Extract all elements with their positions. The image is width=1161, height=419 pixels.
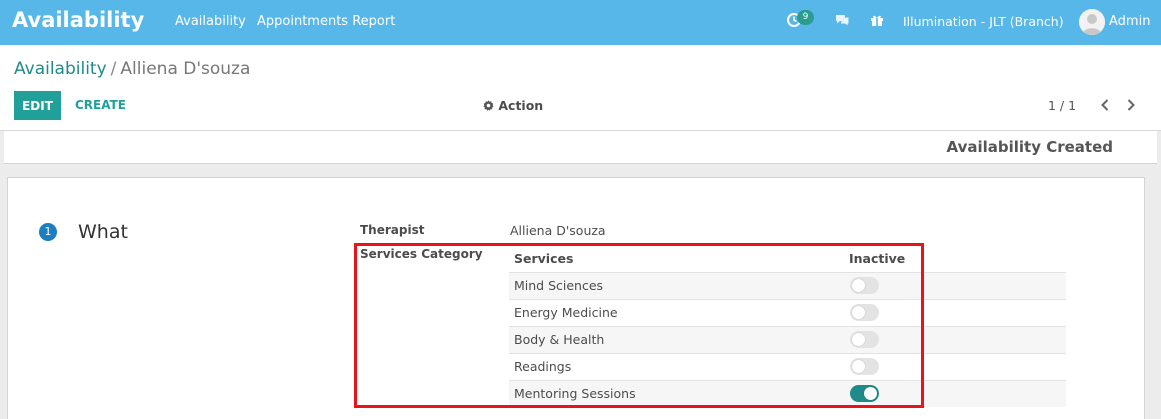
chat-bubble-icon[interactable] [834, 12, 850, 28]
toggle-knob [852, 306, 865, 319]
breadcrumb-current: Alliena D'souza [120, 59, 251, 79]
gear-icon [483, 98, 498, 113]
inactive-toggle[interactable] [850, 358, 879, 375]
table-row[interactable]: Energy Medicine [509, 299, 1066, 326]
avatar[interactable] [1079, 9, 1105, 35]
service-name: Mind Sciences [514, 278, 604, 293]
pager-value[interactable]: 1 / 1 [1048, 98, 1076, 113]
inactive-toggle[interactable] [850, 304, 879, 321]
top-navbar: Availability Availability Appointments R… [0, 0, 1161, 45]
table-row[interactable]: Mentoring Sessions [509, 380, 1066, 407]
step-number-badge: 1 [39, 223, 57, 241]
action-menu[interactable]: Action [483, 98, 543, 113]
breadcrumb-parent[interactable]: Availability [14, 59, 107, 79]
inactive-toggle[interactable] [850, 385, 879, 402]
toggle-knob [852, 360, 865, 373]
service-name: Energy Medicine [514, 305, 618, 320]
toggle-knob [864, 387, 877, 400]
gift-icon[interactable] [869, 12, 885, 28]
user-menu[interactable]: Admin [1109, 14, 1150, 29]
action-label: Action [498, 98, 544, 113]
toggle-knob [852, 333, 865, 346]
create-button[interactable]: CREATE [75, 98, 126, 112]
status-title: Availability Created [946, 138, 1114, 156]
toggle-knob [852, 279, 865, 292]
service-name: Readings [514, 359, 572, 374]
notification-badge: 9 [797, 10, 814, 25]
service-name: Mentoring Sessions [514, 386, 636, 401]
company-switcher[interactable]: Illumination - JLT (Branch) [903, 14, 1064, 29]
status-bar: Availability Created [4, 131, 1157, 164]
step-title: What [78, 221, 128, 243]
chevron-right-icon[interactable] [1124, 96, 1138, 114]
breadcrumb-separator: / [110, 59, 117, 79]
menu-availability[interactable]: Availability [175, 14, 246, 29]
breadcrumb: Availability / Alliena D'souza [14, 59, 250, 79]
therapist-value: Alliena D'souza [510, 223, 606, 238]
services-category-label: Services Category [360, 247, 483, 261]
edit-button[interactable]: EDIT [14, 91, 61, 120]
menu-appointments-report[interactable]: Appointments Report [257, 14, 395, 29]
column-header-services[interactable]: Services [514, 251, 573, 266]
chevron-left-icon[interactable] [1098, 96, 1112, 114]
inactive-toggle[interactable] [850, 277, 879, 294]
app-brand[interactable]: Availability [12, 8, 144, 32]
therapist-label: Therapist [360, 223, 425, 237]
service-name: Body & Health [514, 332, 605, 347]
table-row[interactable]: Body & Health [509, 326, 1066, 353]
table-row[interactable]: Mind Sciences [509, 272, 1066, 299]
inactive-toggle[interactable] [850, 331, 879, 348]
column-header-inactive[interactable]: Inactive [849, 251, 905, 266]
table-row[interactable]: Readings [509, 353, 1066, 380]
